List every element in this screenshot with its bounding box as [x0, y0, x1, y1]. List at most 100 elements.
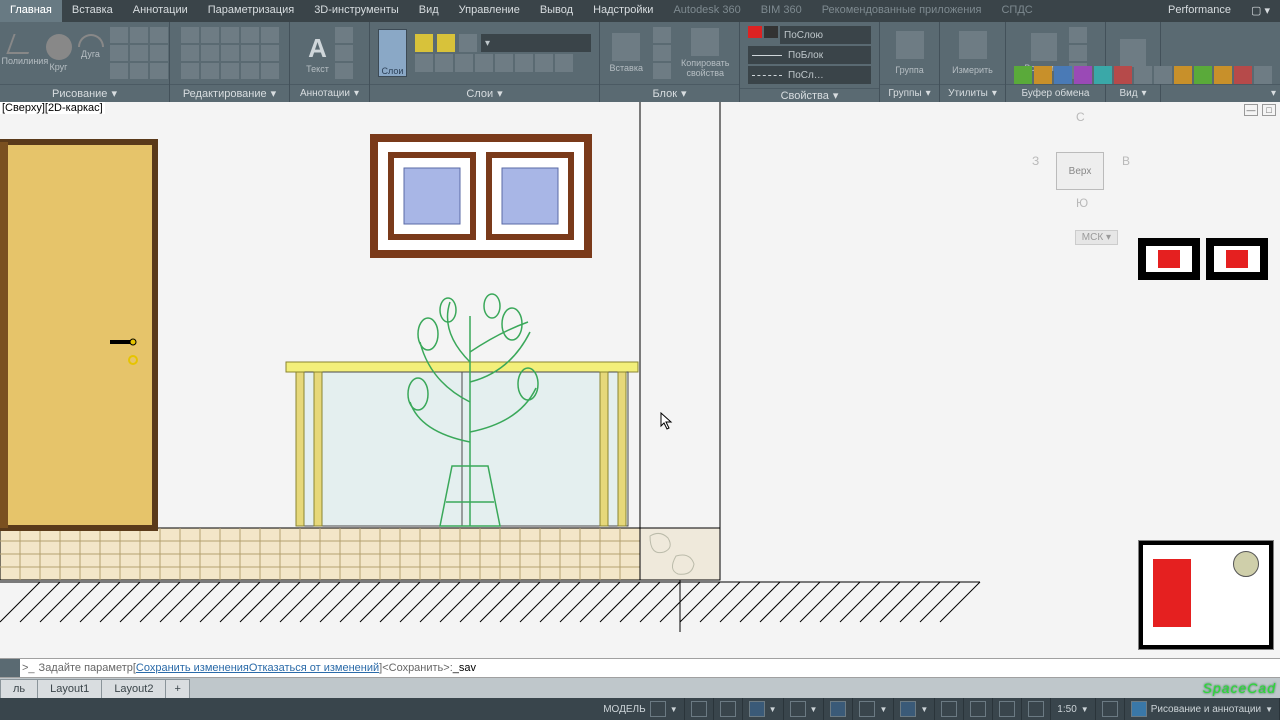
block-create[interactable] — [653, 27, 671, 43]
layer-properties-button[interactable]: Слои — [378, 29, 407, 77]
layout-tab-model[interactable]: ль — [0, 679, 38, 698]
scale-tool[interactable] — [201, 63, 219, 79]
match-properties[interactable]: Копировать свойства — [681, 28, 729, 78]
tab-3d[interactable]: 3D-инструменты — [304, 0, 409, 22]
layer-lock-icon[interactable] — [459, 34, 477, 52]
tab-bim360[interactable]: BIM 360 — [751, 0, 812, 22]
extra-5[interactable] — [1094, 66, 1112, 84]
ucs-dropdown[interactable]: МСК ▾ — [1075, 230, 1118, 245]
extra-13[interactable] — [1254, 66, 1272, 84]
status-osnap-icon[interactable] — [790, 701, 806, 717]
draw-mini-2[interactable] — [130, 27, 148, 43]
draw-mini-6[interactable] — [150, 45, 168, 61]
status-cycling-icon[interactable] — [941, 701, 957, 717]
status-workspace[interactable]: Рисование и аннотации — [1151, 704, 1261, 715]
status-ws-icon[interactable] — [1131, 701, 1147, 717]
panel-edit-label[interactable]: Редактирование ▾ — [170, 84, 289, 102]
status-polar-icon[interactable] — [749, 701, 765, 717]
tab-overflow[interactable]: ▢ ▾ — [1241, 0, 1280, 22]
text-tool[interactable]: AТекст — [306, 33, 329, 74]
trim-tool[interactable] — [221, 27, 239, 43]
extra-6[interactable] — [1114, 66, 1132, 84]
block-edit[interactable] — [653, 45, 671, 61]
copy-button[interactable] — [1069, 45, 1087, 61]
status-anno-icon[interactable] — [1102, 701, 1118, 717]
viewcube-north[interactable]: С — [1076, 110, 1085, 124]
polyline-tool[interactable]: Полилиния — [2, 34, 40, 72]
extra-8[interactable] — [1154, 66, 1172, 84]
cmd-input[interactable]: _sav — [453, 662, 476, 674]
viewcube-east[interactable]: В — [1122, 154, 1130, 168]
draw-mini-7[interactable] — [110, 63, 128, 79]
circle-tool[interactable]: Круг — [46, 34, 72, 72]
tab-main[interactable]: Главная — [0, 0, 62, 22]
viewcube[interactable]: С З В Ю Верх — [1030, 110, 1130, 210]
erase-tool[interactable] — [261, 27, 279, 43]
edit-more[interactable] — [261, 63, 279, 79]
layer-iso[interactable] — [435, 54, 453, 72]
baseview-button[interactable] — [1120, 39, 1146, 67]
status-scale[interactable]: 1:50 — [1057, 704, 1076, 715]
layer-combobox[interactable]: ▾ — [481, 34, 591, 52]
panel-clip-label[interactable]: Буфер обмена — [1006, 84, 1105, 102]
status-sc-icon[interactable] — [1028, 701, 1044, 717]
draw-mini-4[interactable] — [110, 45, 128, 61]
draw-mini-3[interactable] — [150, 27, 168, 43]
layout-tab-2[interactable]: Layout2 — [101, 679, 166, 698]
extra-12[interactable] — [1234, 66, 1252, 84]
status-otrack-icon[interactable] — [830, 701, 846, 717]
chamfer-tool[interactable] — [241, 45, 259, 61]
panel-props-label[interactable]: Свойства ▾ — [740, 88, 879, 102]
block-attr[interactable] — [653, 63, 671, 79]
sheet-thumb-large[interactable] — [1138, 540, 1274, 650]
cmd-icon[interactable] — [0, 659, 20, 677]
status-model[interactable]: МОДЕЛЬ — [603, 704, 645, 715]
sheet-thumb-1[interactable] — [1138, 238, 1200, 280]
tab-addins[interactable]: Надстройки — [583, 0, 663, 22]
panel-draw-label[interactable]: Рисование ▾ — [0, 84, 169, 102]
tab-recommended[interactable]: Рекомендованные приложения — [812, 0, 992, 22]
viewcube-west[interactable]: З — [1032, 154, 1039, 168]
extra-7[interactable] — [1134, 66, 1152, 84]
layout-tab-add[interactable]: + — [165, 679, 189, 698]
panel-groups-label[interactable]: Группы ▾ — [880, 84, 939, 102]
extra-10[interactable] — [1194, 66, 1212, 84]
fillet-tool[interactable] — [221, 45, 239, 61]
panel-layers-label[interactable]: Слои ▾ — [370, 84, 599, 102]
rotate-tool[interactable] — [201, 27, 219, 43]
draw-mini-5[interactable] — [130, 45, 148, 61]
tab-manage[interactable]: Управление — [449, 0, 530, 22]
panel-utils-label[interactable]: Утилиты ▾ — [940, 84, 1005, 102]
extra-1[interactable] — [1014, 66, 1032, 84]
status-lwt-icon[interactable] — [859, 701, 875, 717]
cmd-option-save[interactable]: Сохранить изменения — [136, 662, 249, 674]
status-dyn-icon[interactable] — [970, 701, 986, 717]
tab-performance[interactable]: Performance — [1158, 0, 1241, 22]
layout-tab-1[interactable]: Layout1 — [37, 679, 102, 698]
tab-annotate[interactable]: Аннотации — [123, 0, 198, 22]
layer-hide[interactable] — [515, 54, 533, 72]
mirror-tool[interactable] — [201, 45, 219, 61]
extra-2[interactable] — [1034, 66, 1052, 84]
extra-4[interactable] — [1074, 66, 1092, 84]
array-tool[interactable] — [221, 63, 239, 79]
panel-extra-label[interactable]: ▾ — [1161, 84, 1280, 102]
viewport-label[interactable]: [Сверху][2D-каркас] — [0, 102, 105, 114]
extra-9[interactable] — [1174, 66, 1192, 84]
tab-output[interactable]: Вывод — [530, 0, 583, 22]
tab-express[interactable]: СПДС — [991, 0, 1042, 22]
sheet-thumb-2[interactable] — [1206, 238, 1268, 280]
color-swatch-bylayer[interactable] — [764, 26, 778, 38]
explode-tool[interactable] — [261, 45, 279, 61]
layer-prev[interactable] — [455, 54, 473, 72]
status-snap-icon[interactable] — [691, 701, 707, 717]
cmd-option-discard[interactable]: Отказаться от изменений — [249, 662, 379, 674]
command-line[interactable]: >_ Задайте параметр [ Сохранить изменени… — [0, 658, 1280, 678]
extend-tool[interactable] — [241, 27, 259, 43]
layer-thaw[interactable] — [535, 54, 553, 72]
status-ortho-icon[interactable] — [720, 701, 736, 717]
panel-block-label[interactable]: Блок ▾ — [600, 84, 739, 102]
panel-annot-label[interactable]: Аннотации ▾ — [290, 84, 369, 102]
viewcube-top-face[interactable]: Верх — [1056, 152, 1104, 190]
color-swatch-red[interactable] — [748, 26, 762, 38]
